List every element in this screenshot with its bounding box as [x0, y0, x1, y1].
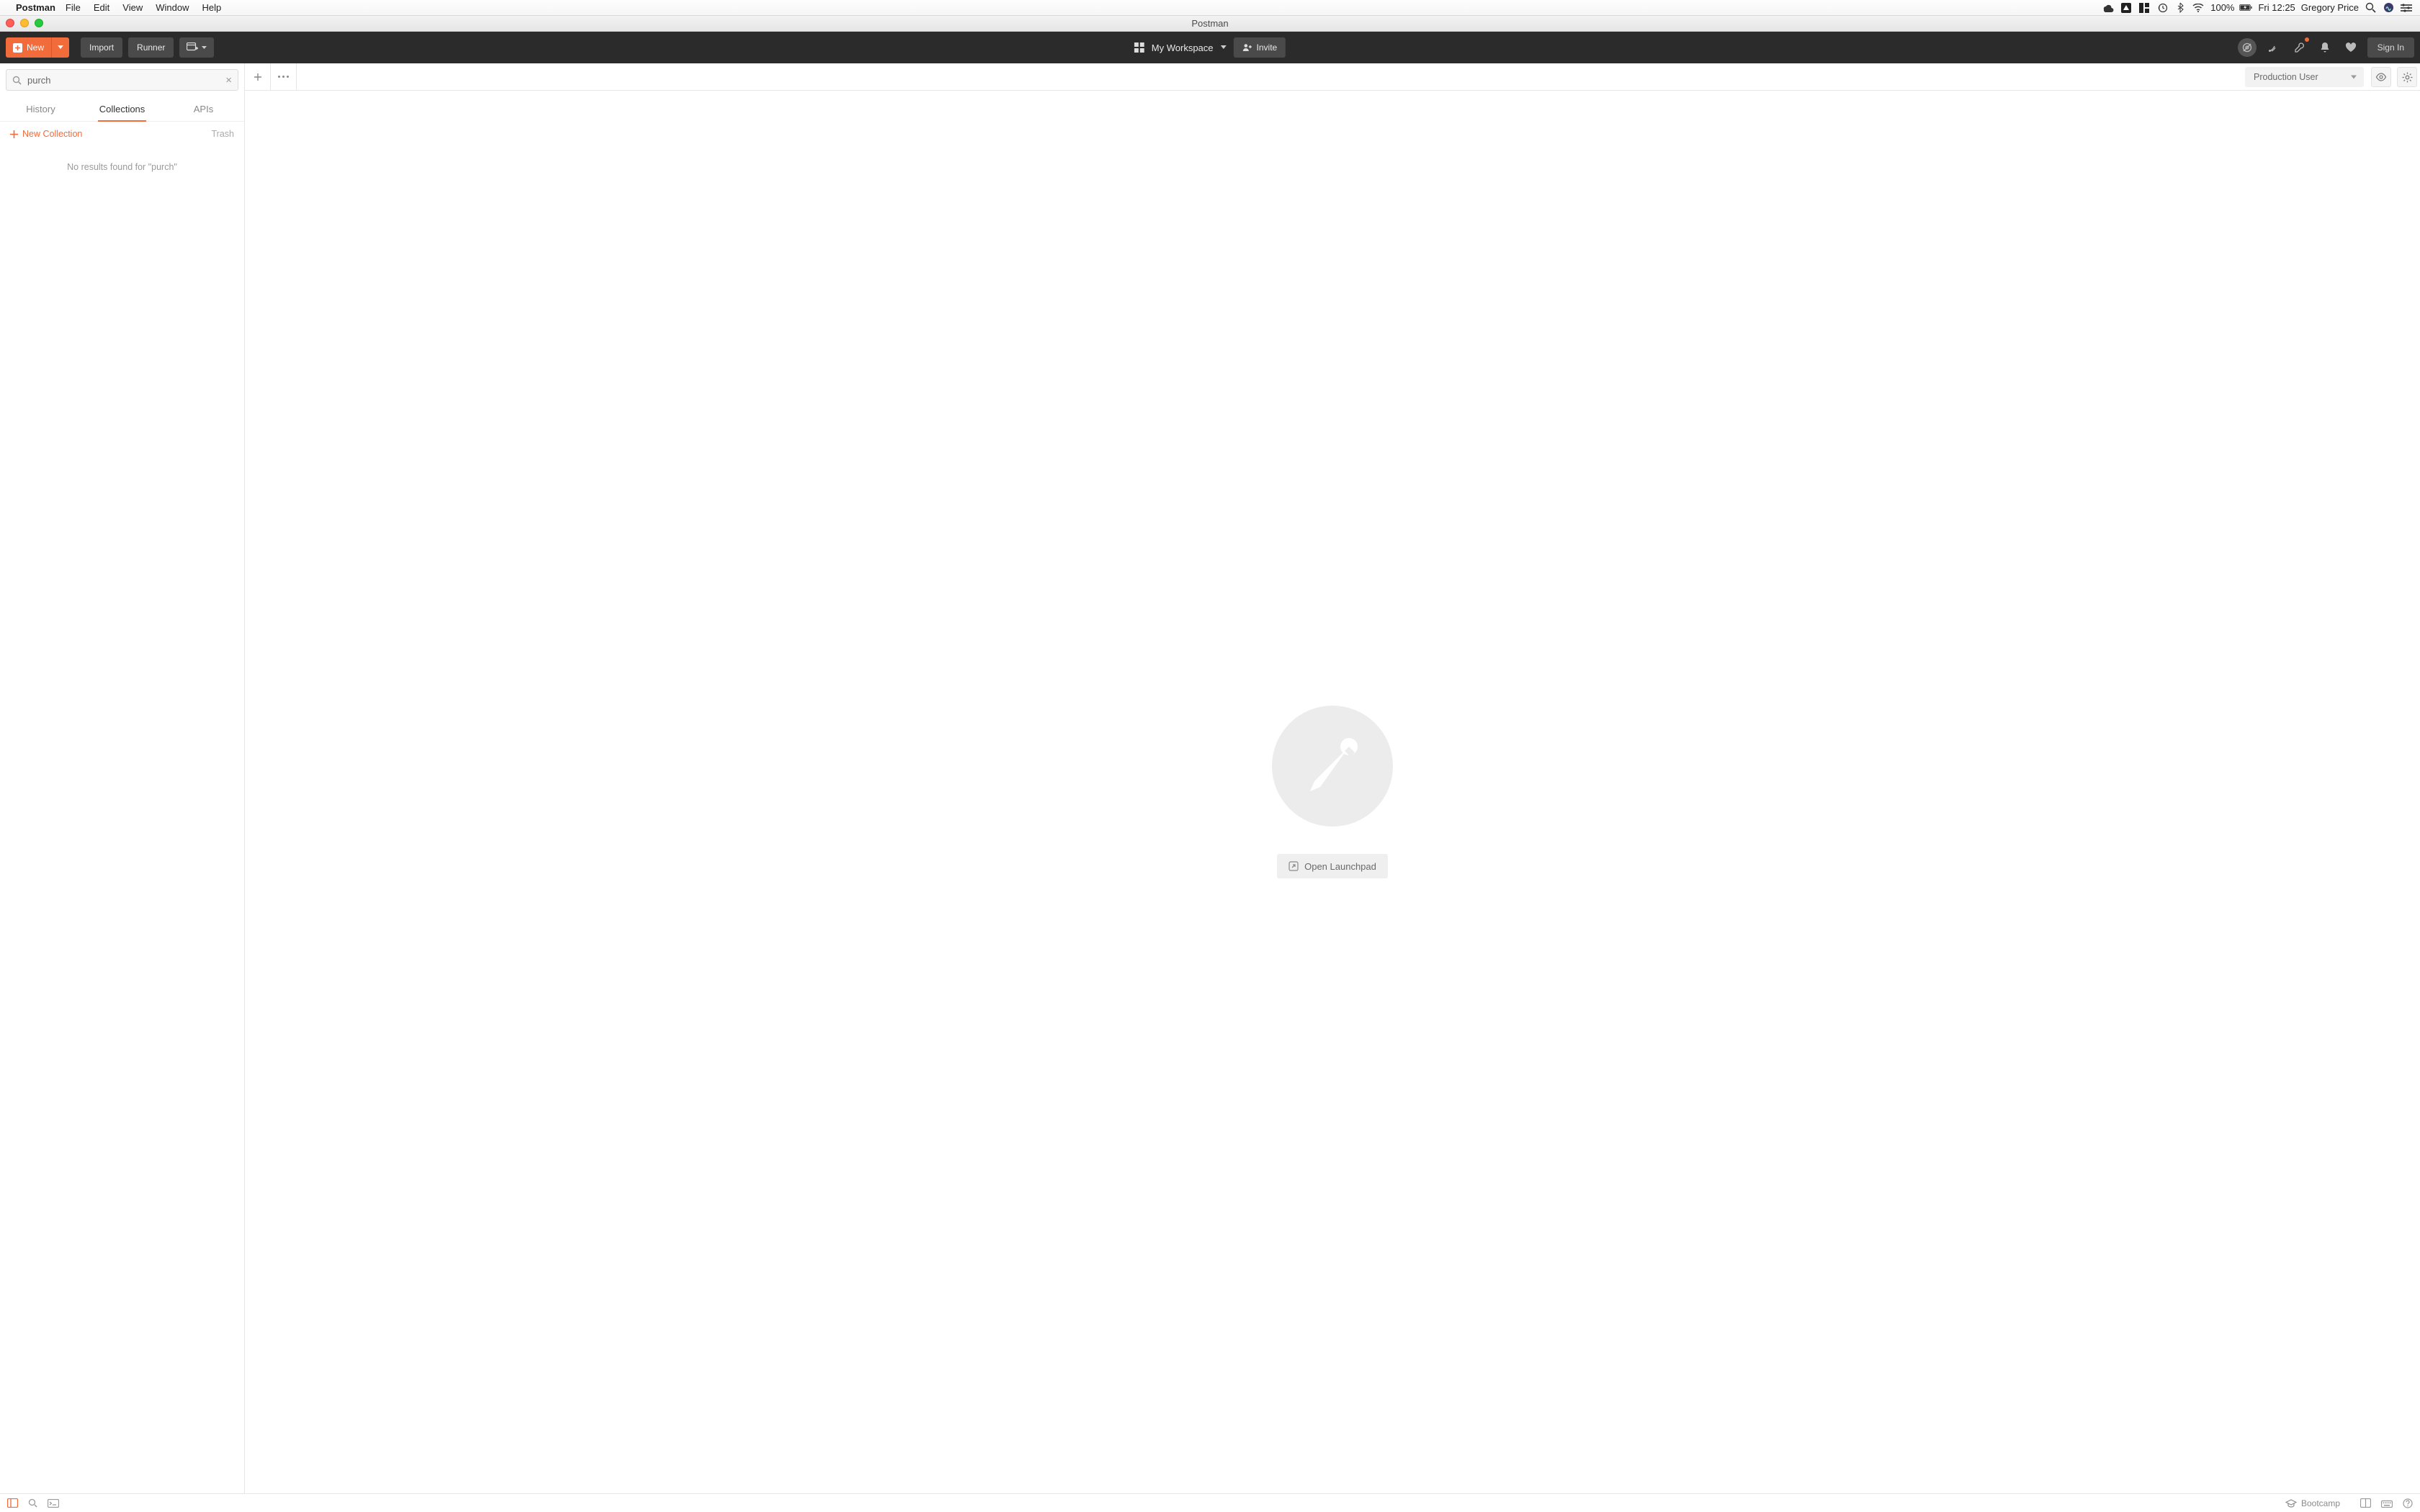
- menubar-app-name[interactable]: Postman: [16, 2, 55, 13]
- new-button-label: New: [27, 42, 44, 53]
- window-zoom-button[interactable]: [35, 19, 43, 27]
- environment-selector[interactable]: Production User: [2245, 67, 2364, 87]
- satellite-icon[interactable]: [2264, 38, 2282, 57]
- menubar-view[interactable]: View: [122, 2, 143, 13]
- help-button[interactable]: [2403, 1498, 2413, 1508]
- new-tab-button[interactable]: [245, 63, 271, 90]
- new-collection-label: New Collection: [22, 129, 82, 139]
- app-header: New Import Runner My Workspace Invite: [0, 32, 2420, 63]
- sign-in-button[interactable]: Sign In: [2367, 37, 2414, 58]
- new-button[interactable]: New: [6, 37, 51, 58]
- sidebar: × History Collections APIs New Collectio…: [0, 63, 245, 1493]
- bootcamp-label: Bootcamp: [2301, 1498, 2340, 1508]
- runner-button[interactable]: Runner: [128, 37, 174, 58]
- window-title: Postman: [1191, 18, 1228, 29]
- plus-icon: [10, 130, 18, 138]
- bootcamp-button[interactable]: Bootcamp: [2285, 1498, 2340, 1508]
- tab-history[interactable]: History: [0, 96, 81, 121]
- gear-icon: [2402, 72, 2413, 83]
- new-dropdown-button[interactable]: [51, 37, 69, 58]
- eye-icon: [2375, 73, 2387, 81]
- control-center-icon[interactable]: [2400, 4, 2413, 12]
- heart-icon[interactable]: [2341, 38, 2360, 57]
- notification-dot: [2305, 37, 2309, 42]
- invite-button[interactable]: Invite: [1234, 37, 1286, 58]
- request-tabbar: Production User: [245, 63, 2420, 91]
- triangle-app-icon[interactable]: [2120, 3, 2133, 13]
- bluetooth-icon[interactable]: [2174, 2, 2187, 13]
- battery-percentage: 100%: [2210, 2, 2234, 13]
- search-icon: [12, 76, 22, 85]
- timemachine-icon[interactable]: [2156, 2, 2169, 13]
- empty-state: Open Launchpad: [245, 91, 2420, 1493]
- workspace-selector[interactable]: My Workspace: [1134, 42, 1227, 53]
- menubar-edit[interactable]: Edit: [94, 2, 109, 13]
- plus-square-icon: [13, 43, 22, 53]
- chevron-down-icon: [202, 46, 207, 50]
- plus-icon: [254, 73, 262, 81]
- two-pane-button[interactable]: [2360, 1498, 2371, 1508]
- find-button[interactable]: [28, 1498, 37, 1508]
- sidebar-empty-message: No results found for "purch": [0, 162, 244, 172]
- external-link-icon: [1289, 861, 1299, 871]
- grid-app-icon[interactable]: [2138, 3, 2151, 13]
- status-bar: Bootcamp: [0, 1493, 2420, 1512]
- postman-logo-icon: [1272, 706, 1393, 827]
- graduation-cap-icon: [2285, 1499, 2297, 1508]
- clear-search-button[interactable]: ×: [225, 74, 232, 86]
- console-button[interactable]: [48, 1498, 59, 1508]
- tab-options-button[interactable]: [271, 63, 297, 90]
- invite-button-label: Invite: [1257, 42, 1278, 53]
- open-launchpad-label: Open Launchpad: [1304, 861, 1376, 872]
- menubar-window[interactable]: Window: [156, 2, 189, 13]
- bell-icon[interactable]: [2316, 38, 2334, 57]
- menubar-clock[interactable]: Fri 12:25: [2258, 2, 2295, 13]
- workspace: Production User Open Launchpad: [245, 63, 2420, 1493]
- capture-settings-button[interactable]: [179, 37, 214, 58]
- sidebar-tabs: History Collections APIs: [0, 96, 244, 122]
- workspace-label: My Workspace: [1152, 42, 1214, 53]
- menubar-username[interactable]: Gregory Price: [2301, 2, 2359, 13]
- wifi-icon[interactable]: [2192, 4, 2205, 12]
- trash-link[interactable]: Trash: [212, 129, 235, 139]
- keyboard-shortcuts-button[interactable]: [2381, 1499, 2393, 1508]
- siri-icon[interactable]: [2382, 2, 2395, 13]
- person-plus-icon: [1242, 43, 1252, 52]
- dots-icon: [278, 76, 289, 78]
- window-controls: [6, 19, 43, 27]
- search-field[interactable]: ×: [6, 69, 238, 91]
- battery-icon[interactable]: [2239, 3, 2252, 12]
- tab-apis[interactable]: APIs: [163, 96, 244, 121]
- window-plus-icon: [187, 42, 198, 53]
- settings-wrench-icon[interactable]: [2290, 38, 2308, 57]
- tab-collections[interactable]: Collections: [81, 96, 163, 121]
- window-close-button[interactable]: [6, 19, 14, 27]
- toggle-sidebar-button[interactable]: [7, 1498, 18, 1508]
- new-collection-button[interactable]: New Collection: [10, 129, 82, 139]
- window-minimize-button[interactable]: [20, 19, 29, 27]
- open-launchpad-button[interactable]: Open Launchpad: [1277, 854, 1388, 878]
- menubar-file[interactable]: File: [66, 2, 81, 13]
- proxy-off-icon[interactable]: [2238, 38, 2257, 57]
- chevron-down-icon: [1221, 45, 1227, 50]
- grid-icon: [1134, 42, 1144, 53]
- macos-menubar: Postman File Edit View Window Help 100% …: [0, 0, 2420, 16]
- window-titlebar: Postman: [0, 16, 2420, 32]
- chevron-down-icon: [58, 45, 63, 50]
- spotlight-icon[interactable]: [2364, 2, 2377, 13]
- search-input[interactable]: [27, 75, 220, 86]
- cloud-icon[interactable]: [2102, 4, 2115, 12]
- import-button[interactable]: Import: [81, 37, 122, 58]
- manage-environments-button[interactable]: [2397, 67, 2417, 87]
- environment-label: Production User: [2254, 72, 2318, 82]
- quick-look-button[interactable]: [2371, 67, 2391, 87]
- menubar-help[interactable]: Help: [202, 2, 221, 13]
